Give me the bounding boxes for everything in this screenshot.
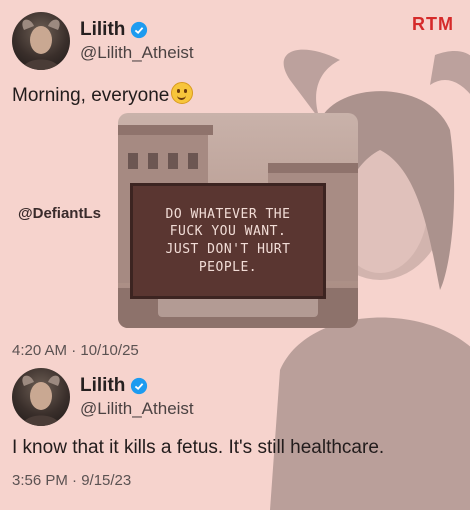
smiling-face-emoji-icon bbox=[171, 82, 194, 104]
tweet-1-header: Lilith @Lilith_Atheist bbox=[12, 12, 194, 70]
display-name[interactable]: Lilith bbox=[80, 19, 125, 41]
verified-badge-icon bbox=[131, 377, 148, 395]
tweet-1-timestamp[interactable]: 4:20 AM · 10/10/25 bbox=[12, 342, 139, 359]
tweet-1-text-content: Morning, everyone bbox=[12, 85, 170, 106]
tweet-1-photo[interactable]: DO WHATEVER THE FUCK YOU WANT. JUST DON'… bbox=[118, 113, 358, 328]
tweet-2-text: I know that it kills a fetus. It's still… bbox=[12, 437, 385, 458]
led-sign: DO WHATEVER THE FUCK YOU WANT. JUST DON'… bbox=[130, 183, 326, 299]
profile-avatar[interactable] bbox=[12, 12, 70, 70]
rtm-logo: RTM bbox=[412, 14, 454, 34]
avatar-portrait-icon bbox=[22, 375, 60, 426]
tweet-2-timestamp[interactable]: 3:56 PM · 9/15/23 bbox=[12, 472, 131, 489]
avatar-portrait-icon bbox=[22, 19, 60, 70]
display-name[interactable]: Lilith bbox=[80, 375, 125, 397]
user-handle[interactable]: @Lilith_Atheist bbox=[80, 399, 194, 419]
verified-badge-icon bbox=[131, 21, 148, 39]
tweet-1-text: Morning, everyone bbox=[12, 82, 194, 107]
sign-text: DO WHATEVER THE FUCK YOU WANT. JUST DON'… bbox=[165, 206, 291, 275]
image-watermark: @DefiantLs bbox=[18, 205, 101, 222]
tweet-2-header: Lilith @Lilith_Atheist bbox=[12, 368, 194, 426]
profile-avatar[interactable] bbox=[12, 368, 70, 426]
user-handle[interactable]: @Lilith_Atheist bbox=[80, 43, 194, 63]
